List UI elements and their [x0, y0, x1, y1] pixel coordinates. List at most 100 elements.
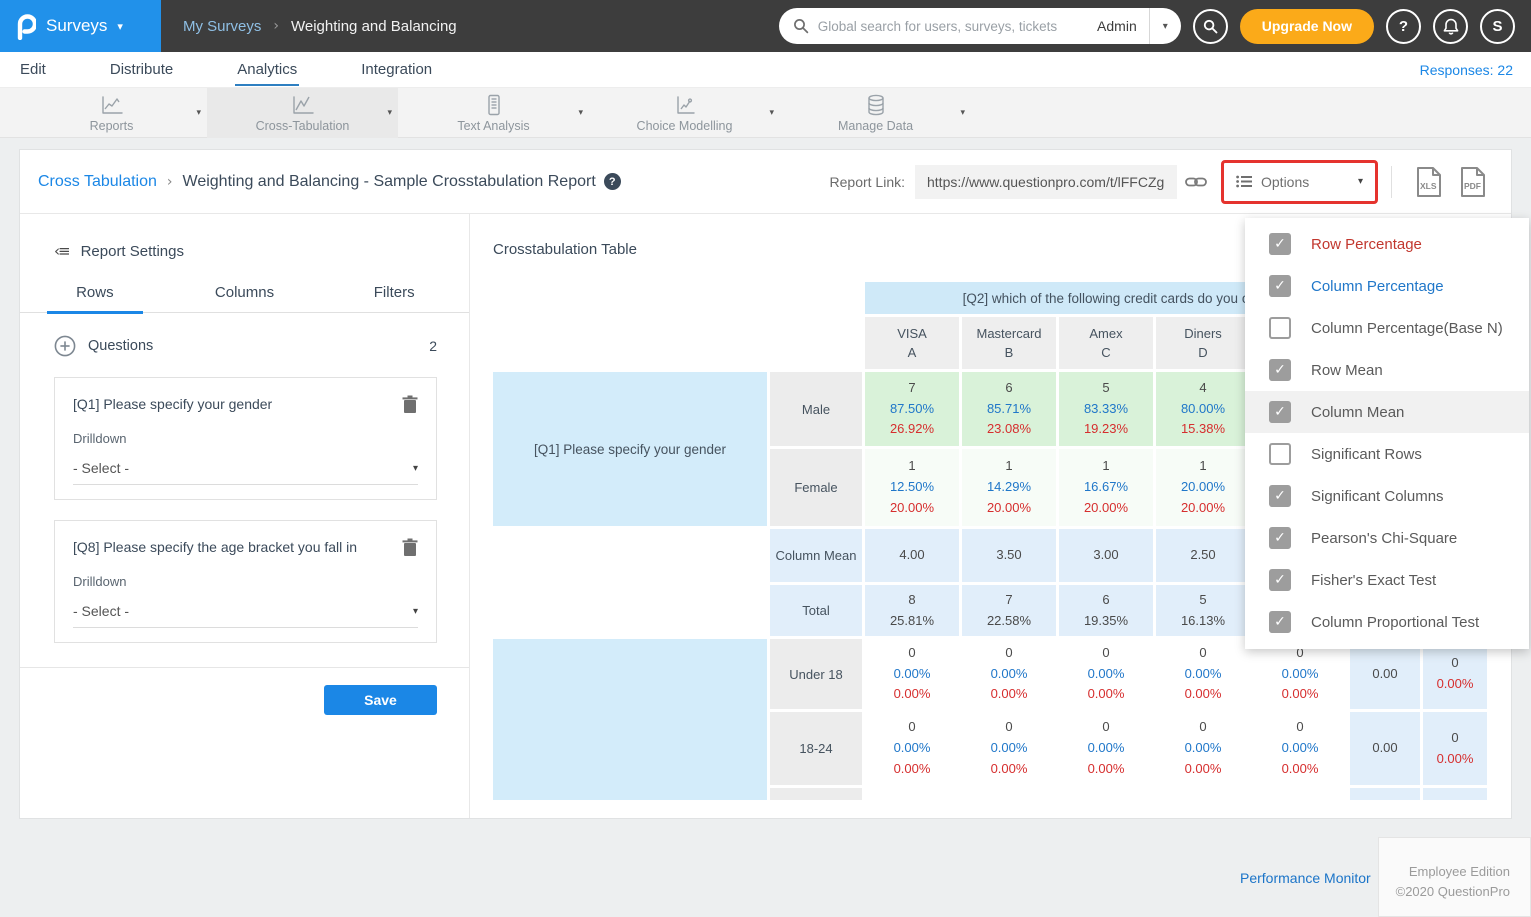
report-settings-header: ‹≡ Report Settings — [20, 214, 469, 260]
questions-label: Questions — [88, 338, 153, 354]
add-question-icon[interactable] — [54, 335, 76, 357]
nav-tab-integration[interactable]: Integration — [359, 53, 434, 86]
delete-question-icon[interactable] — [402, 538, 418, 557]
top-bar: Surveys ▾ My Surveys › Weighting and Bal… — [0, 0, 1531, 52]
data-cell: 00.00%0.00% — [1253, 712, 1347, 785]
checkbox-icon[interactable] — [1269, 443, 1291, 465]
data-cell: 00.00%0.00% — [865, 712, 959, 785]
data-cell: 120.00%20.00% — [1156, 449, 1250, 526]
search-input[interactable] — [818, 19, 1085, 34]
notifications-button[interactable] — [1433, 9, 1468, 44]
report-actions: Report Link: https://www.questionpro.com… — [830, 160, 1495, 204]
settings-tab-rows[interactable]: Rows — [20, 284, 170, 312]
menu-item-row-percentage[interactable]: ✓Row Percentage — [1245, 223, 1529, 265]
collapse-panel-icon[interactable]: ‹≡ — [54, 242, 69, 260]
data-cell: 685.71%23.08% — [962, 372, 1056, 446]
search-scope-caret-icon[interactable]: ▾ — [1150, 21, 1181, 32]
questions-count: 2 — [429, 338, 437, 354]
data-cell: 112.50%20.00% — [865, 449, 959, 526]
row-label-male: Male — [770, 372, 862, 446]
menu-item-column-percentage-base-n-[interactable]: Column Percentage(Base N) — [1245, 307, 1529, 349]
settings-tab-filters[interactable]: Filters — [319, 284, 469, 312]
avatar[interactable]: S — [1480, 9, 1515, 44]
link-icon[interactable] — [1185, 175, 1207, 189]
export-xls-icon[interactable]: XLS — [1415, 166, 1443, 198]
toolbar-caret-icon[interactable]: ▾ — [960, 108, 965, 118]
checkbox-icon[interactable]: ✓ — [1269, 527, 1291, 549]
product-switcher[interactable]: Surveys ▾ — [0, 0, 161, 52]
edition-box: Employee Edition ©2020 QuestionPro — [1378, 837, 1531, 917]
cross-tabulation-link[interactable]: Cross Tabulation — [38, 173, 157, 191]
table-corner — [493, 282, 862, 369]
menu-item-column-percentage[interactable]: ✓Column Percentage — [1245, 265, 1529, 307]
data-cell: 480.00%15.38% — [1156, 372, 1250, 446]
checkbox-icon[interactable]: ✓ — [1269, 401, 1291, 423]
card-column-header: MastercardB — [962, 317, 1056, 369]
export-pdf-icon[interactable]: PDF — [1459, 166, 1487, 198]
toolbar-item-cross-tabulation[interactable]: Cross-Tabulation▾ — [207, 88, 398, 138]
summary-cell: 722.58% — [962, 585, 1056, 636]
nav-tab-analytics[interactable]: Analytics — [235, 53, 299, 86]
data-cell: 00.00%0.00% — [1253, 639, 1347, 709]
toolbar-item-reports[interactable]: Reports▾ — [16, 88, 207, 138]
menu-item-column-mean[interactable]: ✓Column Mean — [1245, 391, 1529, 433]
options-label: Options — [1261, 174, 1309, 190]
performance-monitor-link[interactable]: Performance Monitor — [1240, 870, 1371, 886]
nav-tab-distribute[interactable]: Distribute — [108, 53, 175, 86]
toolbar-caret-icon[interactable]: ▾ — [769, 108, 774, 118]
checkbox-icon[interactable]: ✓ — [1269, 485, 1291, 507]
checkbox-icon[interactable]: ✓ — [1269, 233, 1291, 255]
q1-row-label: [Q1] Please specify your gender — [493, 372, 767, 526]
data-cell: 00.00%0.00% — [1059, 712, 1153, 785]
edition-label: Employee Edition — [1379, 862, 1510, 882]
settings-tab-columns[interactable]: Columns — [170, 284, 320, 312]
product-name: Surveys — [46, 16, 107, 36]
nav-tab-edit[interactable]: Edit — [18, 53, 48, 86]
search-submit-button[interactable] — [1193, 9, 1228, 44]
breadcrumb-chevron-icon: › — [273, 18, 279, 34]
checkbox-icon[interactable]: ✓ — [1269, 275, 1291, 297]
survey-nav: Edit Distribute Analytics Integration Respo… — [0, 52, 1531, 88]
menu-item-significant-rows[interactable]: Significant Rows — [1245, 433, 1529, 475]
toolbar-caret-icon[interactable]: ▾ — [578, 108, 583, 118]
choice-chart-icon — [672, 94, 698, 116]
options-button[interactable]: Options ▾ — [1221, 160, 1378, 204]
list-icon — [1236, 175, 1252, 188]
report-settings-title: Report Settings — [81, 243, 184, 260]
menu-item-fisher-s-exact-test[interactable]: ✓Fisher's Exact Test — [1245, 559, 1529, 601]
cross-chart-icon — [290, 94, 316, 116]
checkbox-icon[interactable]: ✓ — [1269, 569, 1291, 591]
save-button[interactable]: Save — [324, 685, 437, 715]
questions-row: Questions 2 — [20, 313, 469, 357]
toolbar-item-manage-data[interactable]: Manage Data▾ — [780, 88, 971, 138]
menu-item-pearson-s-chi-square[interactable]: ✓Pearson's Chi-Square — [1245, 517, 1529, 559]
drilldown-select[interactable]: - Select -▾ — [73, 603, 418, 628]
upgrade-now-button[interactable]: Upgrade Now — [1240, 9, 1374, 44]
drilldown-label: Drilldown — [73, 431, 418, 446]
checkbox-icon[interactable]: ✓ — [1269, 359, 1291, 381]
drilldown-select[interactable]: - Select -▾ — [73, 460, 418, 485]
responses-count[interactable]: Responses: 22 — [1420, 62, 1513, 78]
menu-item-row-mean[interactable]: ✓Row Mean — [1245, 349, 1529, 391]
report-link-url[interactable]: https://www.questionpro.com/t/lFFCZg — [915, 165, 1177, 199]
toolbar-item-choice-modelling[interactable]: Choice Modelling▾ — [589, 88, 780, 138]
row-mean-cell: 0.00 — [1350, 712, 1420, 785]
delete-question-icon[interactable] — [402, 395, 418, 414]
menu-item-significant-columns[interactable]: ✓Significant Columns — [1245, 475, 1529, 517]
q8-row-label — [493, 639, 767, 800]
toolbar-caret-icon[interactable]: ▾ — [196, 108, 201, 118]
menu-item-column-proportional-test[interactable]: ✓Column Proportional Test — [1245, 601, 1529, 643]
search-scope[interactable]: Admin — [1085, 18, 1149, 34]
toolbar-item-text-analysis[interactable]: Text Analysis▾ — [398, 88, 589, 138]
row-label-female: Female — [770, 449, 862, 526]
global-search[interactable]: Admin ▾ — [779, 8, 1181, 44]
breadcrumb-my-surveys[interactable]: My Surveys — [183, 18, 261, 35]
report-link-label: Report Link: — [830, 174, 905, 190]
help-button[interactable]: ? — [1386, 9, 1421, 44]
checkbox-icon[interactable] — [1269, 317, 1291, 339]
report-help-icon[interactable]: ? — [604, 173, 621, 190]
select-caret-icon: ▾ — [413, 463, 418, 474]
toolbar-caret-icon[interactable]: ▾ — [387, 108, 392, 118]
data-cell: 00.00%0.00% — [1059, 639, 1153, 709]
checkbox-icon[interactable]: ✓ — [1269, 611, 1291, 633]
